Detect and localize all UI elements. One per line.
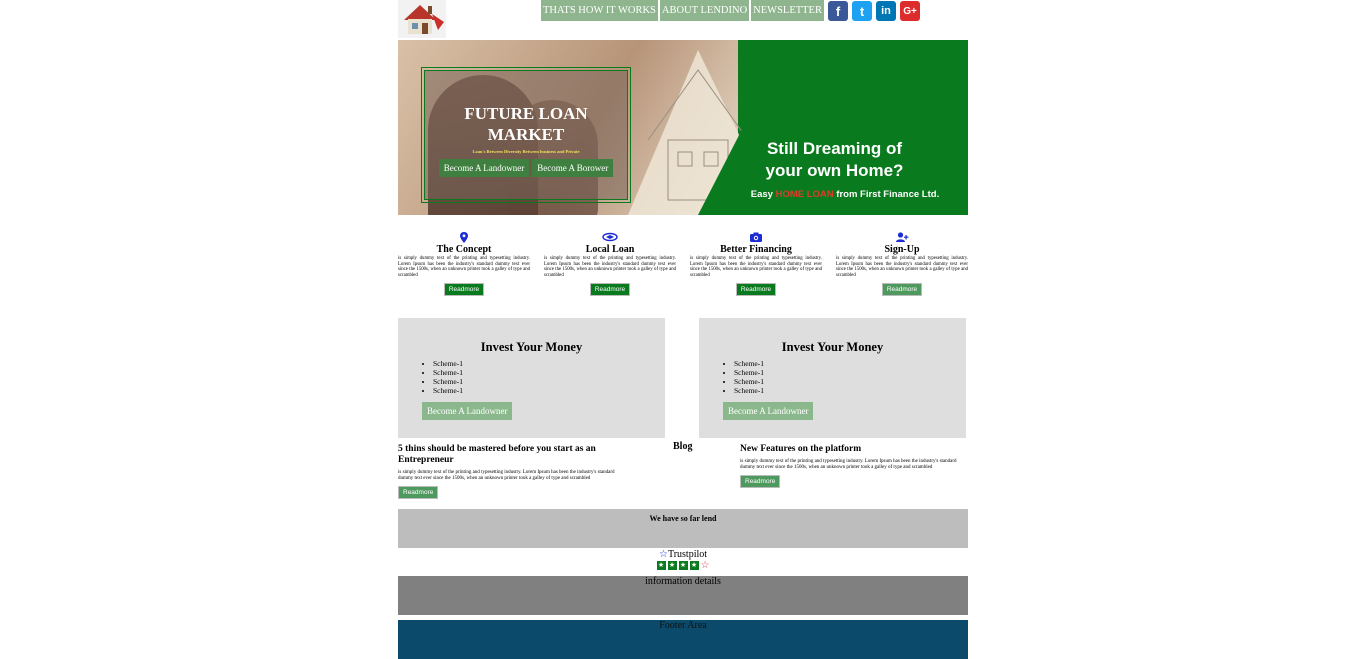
readmore-button[interactable]: Readmore — [735, 283, 777, 297]
feature-concept: The Concept is simply dummy text of the … — [398, 232, 530, 297]
features-row: The Concept is simply dummy text of the … — [398, 232, 968, 297]
hero-tagline: Still Dreaming of your own Home? — [752, 138, 917, 182]
trustpilot-widget[interactable]: ☆Trustpilot ★ ★ ★ ★ ☆ — [398, 549, 968, 571]
blog-heading: Blog — [673, 441, 693, 452]
scheme-item: Scheme-1 — [734, 377, 966, 386]
scheme-list: Scheme-1 Scheme-1 Scheme-1 Scheme-1 — [699, 359, 966, 395]
readmore-button[interactable]: Readmore — [443, 283, 485, 297]
offer-from: from First Finance Ltd. — [836, 189, 940, 200]
become-landowner-button[interactable]: Become A Landowner — [422, 402, 513, 420]
hero-subtitle: Loan's Between Diversity Between busines… — [472, 149, 580, 154]
become-borower-button[interactable]: Become A Borower — [532, 159, 614, 177]
blog-post-text: is simply dummy text of the printing and… — [740, 459, 957, 470]
scheme-list: Scheme-1 Scheme-1 Scheme-1 Scheme-1 — [398, 359, 665, 395]
trustpilot-label: Trustpilot — [667, 549, 708, 560]
facebook-icon[interactable]: f — [828, 1, 848, 21]
feature-text: is simply dummy text of the printing and… — [690, 256, 822, 278]
invest-title: Invest Your Money — [781, 340, 884, 354]
star-filled-icon: ★ — [667, 561, 677, 570]
blog-post-left: 5 thins should be mastered before you st… — [398, 444, 628, 500]
blog-post-title[interactable]: 5 thins should be mastered before you st… — [398, 444, 628, 466]
readmore-button[interactable]: Readmore — [740, 475, 781, 489]
feature-title: Sign-Up — [884, 244, 920, 255]
become-landowner-button[interactable]: Become A Landowner — [438, 159, 530, 177]
scheme-item: Scheme-1 — [734, 386, 966, 395]
feature-text: is simply dummy text of the printing and… — [544, 256, 676, 278]
rating-stars: ★ ★ ★ ★ ☆ — [398, 560, 968, 571]
become-landowner-button[interactable]: Become A Landowner — [723, 402, 814, 420]
nav-about[interactable]: ABOUT LENDINO — [659, 0, 750, 21]
blog-post-right: New Features on the platform is simply d… — [740, 444, 968, 489]
scheme-item: Scheme-1 — [734, 368, 966, 377]
hero-title: FUTURE LOAN MARKET — [464, 104, 588, 144]
hero-banner: FUTURE LOAN MARKET Loan's Between Divers… — [398, 40, 968, 215]
star-filled-icon: ★ — [689, 561, 699, 570]
readmore-button[interactable]: Readmore — [398, 486, 439, 500]
map-marker-icon — [398, 232, 530, 244]
handshake-icon — [544, 232, 676, 244]
user-plus-icon — [836, 232, 968, 244]
offer-easy: Easy — [750, 189, 773, 200]
readmore-button[interactable]: Readmore — [881, 283, 923, 297]
camera-icon — [690, 232, 822, 244]
google-plus-icon[interactable]: G+ — [900, 1, 920, 21]
scheme-item: Scheme-1 — [734, 359, 966, 368]
nav-newsletter[interactable]: NEWSLETTER — [751, 0, 824, 21]
hero-offer: Easy HOME LOAN from First Finance Ltd. — [735, 189, 955, 200]
main-nav: THATS HOW IT WORKS ABOUT LENDINO NEWSLET… — [541, 0, 824, 21]
readmore-button[interactable]: Readmore — [589, 283, 631, 297]
star-filled-icon: ★ — [656, 561, 666, 570]
scheme-item: Scheme-1 — [433, 368, 665, 377]
invest-box-left: Invest Your Money Scheme-1 Scheme-1 Sche… — [398, 318, 665, 438]
twitter-icon[interactable]: t — [852, 1, 872, 21]
scheme-item: Scheme-1 — [433, 386, 665, 395]
tagline-line2: your own Home? — [765, 161, 904, 180]
feature-title: Better Financing — [720, 244, 792, 255]
feature-title: The Concept — [436, 244, 492, 255]
linkedin-icon[interactable]: in — [876, 1, 896, 21]
lend-stats-band: We have so far lend — [398, 509, 968, 548]
blog-post-title[interactable]: New Features on the platform — [740, 444, 968, 455]
footer: Footer Area — [398, 620, 968, 659]
site-logo[interactable] — [398, 0, 446, 38]
feature-local-loan: Local Loan is simply dummy text of the p… — [544, 232, 676, 297]
hero-overlay-box: FUTURE LOAN MARKET Loan's Between Divers… — [421, 67, 631, 203]
nav-how-it-works[interactable]: THATS HOW IT WORKS — [541, 0, 658, 21]
scheme-item: Scheme-1 — [433, 377, 665, 386]
feature-text: is simply dummy text of the printing and… — [398, 256, 530, 278]
feature-better-financing: Better Financing is simply dummy text of… — [690, 232, 822, 297]
scheme-item: Scheme-1 — [433, 359, 665, 368]
information-band: information details — [398, 576, 968, 615]
invest-box-right: Invest Your Money Scheme-1 Scheme-1 Sche… — [699, 318, 966, 438]
feature-sign-up: Sign-Up is simply dummy text of the prin… — [836, 232, 968, 297]
page: THATS HOW IT WORKS ABOUT LENDINO NEWSLET… — [398, 0, 968, 659]
social-links: f t in G+ — [828, 1, 920, 21]
tagline-line1: Still Dreaming of — [766, 139, 903, 158]
star-filled-icon: ★ — [678, 561, 688, 570]
blog-post-text: is simply dummy text of the printing and… — [398, 470, 615, 481]
feature-title: Local Loan — [585, 244, 635, 255]
invest-title: Invest Your Money — [480, 340, 583, 354]
star-outline-icon: ☆ — [658, 549, 668, 560]
offer-home-loan: HOME LOAN — [775, 189, 834, 200]
feature-text: is simply dummy text of the printing and… — [836, 256, 968, 278]
star-empty-icon: ☆ — [700, 560, 710, 571]
